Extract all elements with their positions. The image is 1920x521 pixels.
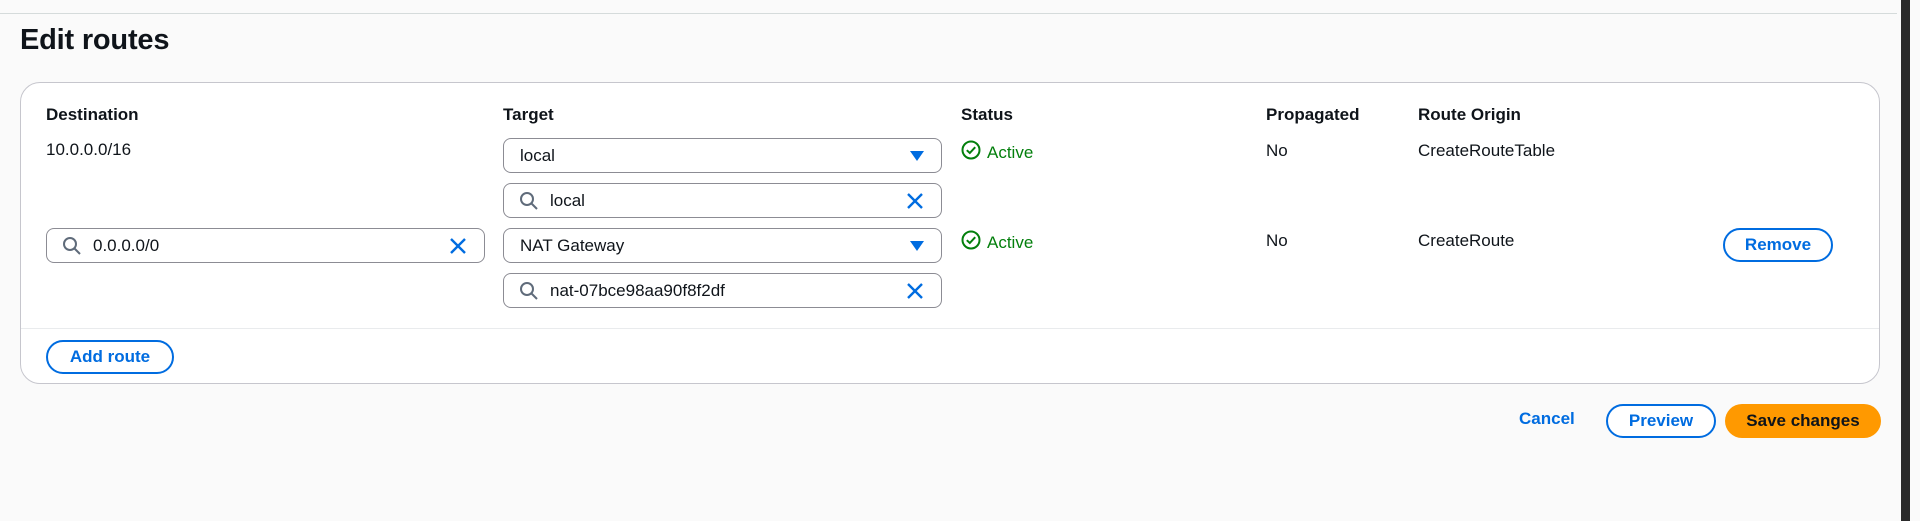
close-icon[interactable] bbox=[903, 279, 927, 303]
route-1-propagated: No bbox=[1266, 141, 1288, 160]
route-2-status: Active bbox=[961, 230, 1033, 255]
route-1-destination: 10.0.0.0/16 bbox=[46, 140, 132, 159]
page-title: Edit routes bbox=[20, 24, 170, 56]
route-1-status: Active bbox=[961, 140, 1033, 165]
route-1-target-type-value: local bbox=[520, 145, 555, 165]
route-1-target-search-input[interactable]: local bbox=[503, 183, 942, 218]
status-positive-icon bbox=[961, 140, 981, 165]
remove-route-button[interactable]: Remove bbox=[1723, 228, 1833, 262]
route-1-status-label: Active bbox=[987, 142, 1034, 162]
column-header-target: Target bbox=[503, 105, 554, 124]
column-header-status: Status bbox=[961, 105, 1013, 124]
caret-down-icon bbox=[907, 236, 927, 256]
route-2-target-type-select[interactable]: NAT Gateway bbox=[503, 228, 942, 263]
window-edge bbox=[1897, 0, 1920, 521]
route-2-target-search-input[interactable]: nat-07bce98aa90f8f2df bbox=[503, 273, 942, 308]
route-2-route-origin: CreateRoute bbox=[1418, 231, 1515, 250]
column-header-destination: Destination bbox=[46, 105, 139, 124]
route-2-destination-input[interactable]: 0.0.0.0/0 bbox=[46, 228, 485, 263]
preview-button[interactable]: Preview bbox=[1606, 404, 1716, 438]
window-edge-bar bbox=[1901, 0, 1910, 521]
caret-down-icon bbox=[907, 146, 927, 166]
card-divider bbox=[21, 328, 1879, 329]
route-2-destination-value: 0.0.0.0/0 bbox=[93, 235, 160, 255]
search-icon bbox=[518, 190, 540, 212]
add-route-button[interactable]: Add route bbox=[46, 340, 174, 374]
route-1-target-type-select[interactable]: local bbox=[503, 138, 942, 173]
route-2-propagated: No bbox=[1266, 231, 1288, 250]
save-changes-button[interactable]: Save changes bbox=[1725, 404, 1881, 438]
route-1-route-origin: CreateRouteTable bbox=[1418, 141, 1556, 160]
cancel-button[interactable]: Cancel bbox=[1519, 409, 1575, 429]
column-header-route-origin: Route Origin bbox=[1418, 105, 1521, 124]
routes-table-card: Destination Target Status Propagated Rou… bbox=[20, 82, 1880, 384]
header-divider bbox=[0, 13, 1897, 14]
column-header-propagated: Propagated bbox=[1266, 105, 1360, 124]
route-2-status-label: Active bbox=[987, 232, 1034, 252]
status-positive-icon bbox=[961, 230, 981, 255]
close-icon[interactable] bbox=[903, 189, 927, 213]
close-icon[interactable] bbox=[446, 234, 470, 258]
route-2-target-search-value: nat-07bce98aa90f8f2df bbox=[550, 280, 725, 300]
search-icon bbox=[61, 235, 83, 257]
search-icon bbox=[518, 280, 540, 302]
route-2-target-type-value: NAT Gateway bbox=[520, 235, 625, 255]
route-1-target-search-value: local bbox=[550, 190, 585, 210]
